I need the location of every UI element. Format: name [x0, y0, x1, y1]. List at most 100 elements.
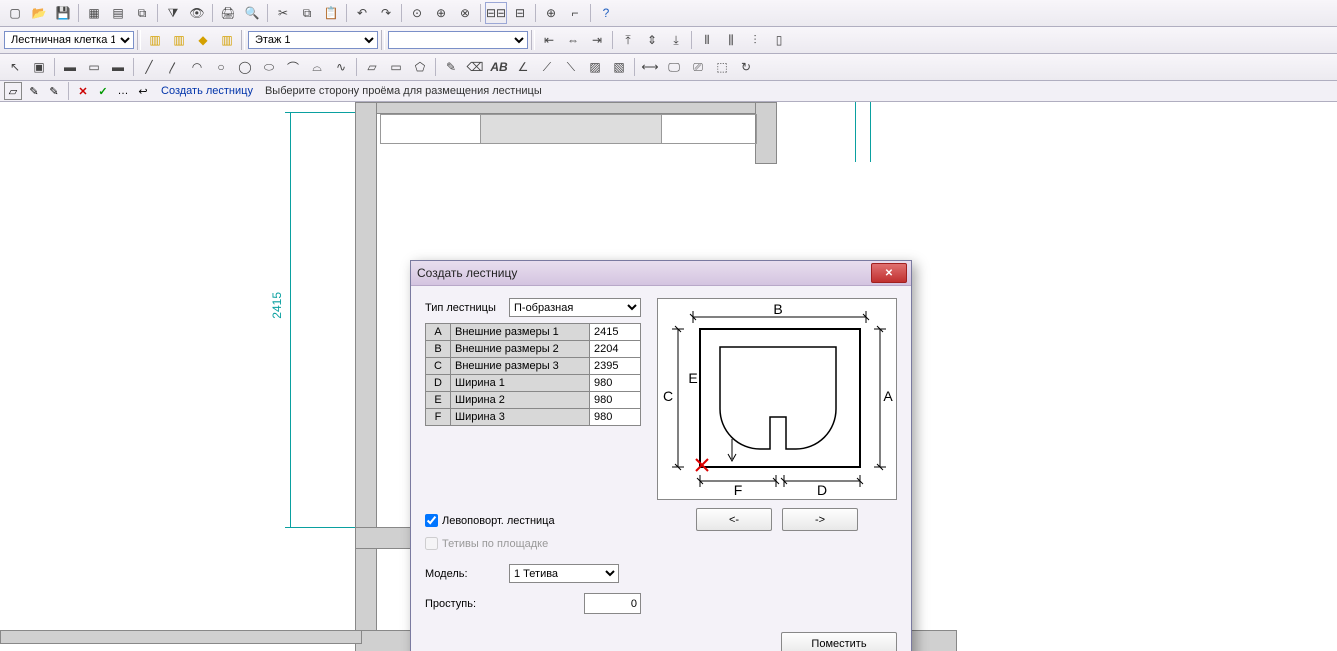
copy-icon[interactable]: ⧉: [296, 2, 318, 24]
align-middle-icon[interactable]: ⇕: [641, 29, 663, 51]
unlink-icon[interactable]: ⊟: [509, 2, 531, 24]
tread-input[interactable]: [584, 593, 641, 614]
hatch-icon[interactable]: ▨: [584, 56, 606, 78]
layer-select[interactable]: Лестничная клетка 1: [4, 31, 134, 49]
separator: [137, 30, 141, 50]
wall-left: [355, 102, 377, 644]
arc2-icon[interactable]: ⌒: [282, 56, 304, 78]
marquee-icon[interactable]: ▣: [28, 56, 50, 78]
line-icon[interactable]: ╱: [138, 56, 160, 78]
print-preview-icon[interactable]: 🔍: [241, 2, 263, 24]
svg-text:C: C: [663, 388, 673, 404]
open-file-icon[interactable]: 📂: [28, 2, 50, 24]
wall3-icon[interactable]: ▬: [107, 56, 129, 78]
mode2-icon[interactable]: ✎: [26, 83, 42, 99]
dim-icon[interactable]: ⟷: [639, 56, 661, 78]
layer-icon-2[interactable]: ▥: [168, 29, 190, 51]
circle2-icon[interactable]: ◯: [234, 56, 256, 78]
blank-select[interactable]: [388, 31, 528, 49]
properties-icon[interactable]: ⧉: [131, 2, 153, 24]
fill-icon[interactable]: ▧: [608, 56, 630, 78]
stair-type-select[interactable]: П-образная: [509, 298, 641, 317]
align-right-icon[interactable]: ⇥: [586, 29, 608, 51]
measure2-icon[interactable]: ⟍: [560, 56, 582, 78]
distribute-h-icon[interactable]: ⫴: [696, 29, 718, 51]
param-value[interactable]: 980: [590, 375, 641, 392]
paste-icon[interactable]: 📋: [320, 2, 342, 24]
drawing-canvas[interactable]: 2415 Создать лестницу ✕ Тип лестницы П-о…: [0, 102, 1337, 651]
floor-select[interactable]: Этаж 1: [248, 31, 378, 49]
layer-icon-3[interactable]: ◆: [192, 29, 214, 51]
polyline-icon[interactable]: 〳: [162, 56, 184, 78]
redo-icon[interactable]: ↷: [375, 2, 397, 24]
corner-icon[interactable]: ⌐: [564, 2, 586, 24]
edit-mode-icon[interactable]: ▱: [4, 82, 22, 100]
param-value[interactable]: 2415: [590, 324, 641, 341]
measure-icon[interactable]: ⟋: [536, 56, 558, 78]
filter-icon[interactable]: ⧩: [162, 2, 184, 24]
cancel-icon[interactable]: ✕: [75, 83, 91, 99]
align-bottom-icon[interactable]: ⤓: [665, 29, 687, 51]
model-select[interactable]: 1 Тетива: [509, 564, 619, 583]
target-icon[interactable]: ⊕: [540, 2, 562, 24]
accept-icon[interactable]: ✓: [95, 83, 111, 99]
rect-icon[interactable]: ▱: [361, 56, 383, 78]
angle-icon[interactable]: ∠: [512, 56, 534, 78]
distribute-4-icon[interactable]: ▯: [768, 29, 790, 51]
new-file-icon[interactable]: ▢: [4, 2, 26, 24]
dialog-titlebar[interactable]: Создать лестницу ✕: [411, 261, 911, 286]
print-icon[interactable]: 🖨: [217, 2, 239, 24]
spline-icon[interactable]: ∿: [330, 56, 352, 78]
close-button[interactable]: ✕: [871, 263, 907, 283]
link-icon[interactable]: ⊟⊟: [485, 2, 507, 24]
screen2-icon[interactable]: ⎚: [687, 56, 709, 78]
arc-icon[interactable]: ◠: [186, 56, 208, 78]
wall2-icon[interactable]: ▭: [83, 56, 105, 78]
distribute-3-icon[interactable]: ⫶: [744, 29, 766, 51]
circle-icon[interactable]: ○: [210, 56, 232, 78]
param-name: Внешние размеры 2: [451, 341, 590, 358]
ellipse-icon[interactable]: ⬭: [258, 56, 280, 78]
wall-icon[interactable]: ▬: [59, 56, 81, 78]
snap3-icon[interactable]: ⊗: [454, 2, 476, 24]
drawing-toolbar: ↖ ▣ ▬ ▭ ▬ ╱ 〳 ◠ ○ ◯ ⬭ ⌒ ⌓ ∿ ▱ ▭ ⬠ ✎ ⌫ AB…: [0, 54, 1337, 81]
layer-icon-1[interactable]: ▥: [144, 29, 166, 51]
undo-icon[interactable]: ↶: [351, 2, 373, 24]
param-value[interactable]: 2204: [590, 341, 641, 358]
place-button[interactable]: Поместить: [781, 632, 897, 651]
pencil-icon[interactable]: ✎: [440, 56, 462, 78]
cut-icon[interactable]: ✂: [272, 2, 294, 24]
arc3-icon[interactable]: ⌓: [306, 56, 328, 78]
left-turn-checkbox[interactable]: [425, 514, 438, 527]
erase-icon[interactable]: ⌫: [464, 56, 486, 78]
table-icon[interactable]: ▤: [107, 2, 129, 24]
align-left-icon[interactable]: ⇤: [538, 29, 560, 51]
screen-icon[interactable]: 🖵: [663, 56, 685, 78]
distribute-v-icon[interactable]: ⫼: [720, 29, 742, 51]
svg-text:B: B: [773, 301, 782, 317]
prev-button[interactable]: <-: [696, 508, 772, 531]
back-icon[interactable]: ↩: [135, 83, 151, 99]
refresh-icon[interactable]: ↻: [735, 56, 757, 78]
align-top-icon[interactable]: ⤒: [617, 29, 639, 51]
snap1-icon[interactable]: ⊙: [406, 2, 428, 24]
save-icon[interactable]: 💾: [52, 2, 74, 24]
poly-icon[interactable]: ⬠: [409, 56, 431, 78]
help-icon[interactable]: ?: [595, 2, 617, 24]
rect2-icon[interactable]: ▭: [385, 56, 407, 78]
param-value[interactable]: 2395: [590, 358, 641, 375]
text-icon[interactable]: AB: [488, 56, 510, 78]
grid-icon[interactable]: ▦: [83, 2, 105, 24]
separator: [241, 30, 245, 50]
param-value[interactable]: 980: [590, 409, 641, 426]
layer-icon-4[interactable]: ▥: [216, 29, 238, 51]
next-button[interactable]: ->: [782, 508, 858, 531]
preview-icon[interactable]: 👁: [186, 2, 208, 24]
mode3-icon[interactable]: ✎: [46, 83, 62, 99]
box3d-icon[interactable]: ⬚: [711, 56, 733, 78]
pointer-icon[interactable]: ↖: [4, 56, 26, 78]
snap2-icon[interactable]: ⊕: [430, 2, 452, 24]
param-value[interactable]: 980: [590, 392, 641, 409]
more-icon[interactable]: …: [115, 83, 131, 99]
align-center-h-icon[interactable]: ⇔: [562, 29, 584, 51]
